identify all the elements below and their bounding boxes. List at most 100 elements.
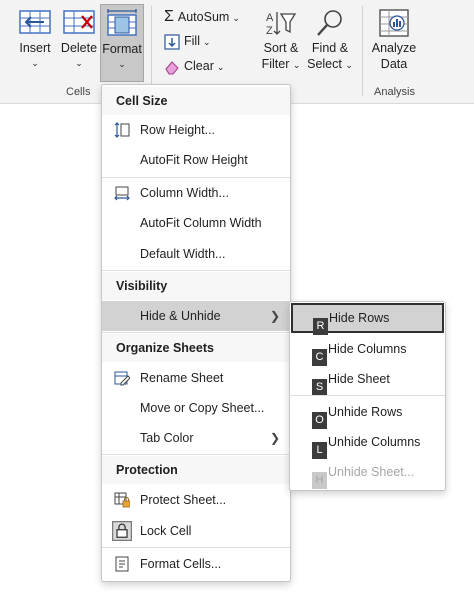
protection-header: Protection <box>102 456 290 484</box>
shortcut-key-badge: S <box>312 379 327 396</box>
hide-columns-label: Hide Columns <box>328 342 407 356</box>
sort-filter-text: Filter <box>261 57 290 71</box>
lock-cell-label: Lock Cell <box>140 524 192 538</box>
fill-label: Fill <box>184 34 200 48</box>
delete-button[interactable]: Delete ⌄ <box>58 6 100 78</box>
autofit-column-width-label: AutoFit Column Width <box>140 216 262 230</box>
autofit-row-height-item[interactable]: AutoFit Row Height <box>102 145 290 175</box>
clear-button[interactable]: Clear ⌄ <box>164 56 224 76</box>
hide-columns-item[interactable]: C Hide Columns <box>290 334 445 366</box>
menu-separator <box>102 270 290 271</box>
unhide-sheet-item: H Unhide Sheet... <box>290 457 445 489</box>
hide-unhide-item[interactable]: Hide & Unhide ❯ <box>102 301 290 331</box>
menu-separator <box>102 547 290 548</box>
column-width-item[interactable]: Column Width... <box>102 178 290 208</box>
group-divider <box>151 6 152 96</box>
hide-rows-item[interactable]: R Hide Rows <box>291 303 444 335</box>
lock-icon <box>112 521 132 541</box>
format-cells-item[interactable]: Format Cells... <box>102 549 290 579</box>
rename-sheet-label: Rename Sheet <box>140 371 224 385</box>
analyze-label-2: Data <box>380 57 408 71</box>
lock-cell-item[interactable]: Lock Cell <box>102 516 290 546</box>
analyze-data-button[interactable]: Analyze Data <box>368 6 420 80</box>
unhide-rows-label: Unhide Rows <box>328 405 403 419</box>
row-height-icon <box>114 122 130 138</box>
autosum-label: AutoSum <box>177 10 230 24</box>
sort-filter-label-1: Sort & <box>263 41 299 55</box>
row-height-label: Row Height... <box>140 123 216 137</box>
clear-label: Clear <box>184 59 214 73</box>
format-dropdown-menu: Cell Size Row Height... AutoFit Row Heig… <box>101 84 291 582</box>
hide-sheet-label: Hide Sheet <box>328 372 390 386</box>
chevron-down-icon: ⌄ <box>202 37 211 47</box>
hide-unhide-submenu: R Hide Rows C Hide Columns S Hide Sheet … <box>289 301 446 491</box>
format-cells-dialog-icon <box>115 556 129 572</box>
row-height-item[interactable]: Row Height... <box>102 115 290 145</box>
tab-color-label: Tab Color <box>140 431 194 445</box>
unhide-rows-item[interactable]: O Unhide Rows <box>290 397 445 429</box>
find-select-label-2: Select ⌄ <box>306 56 354 73</box>
magnifier-icon <box>317 10 342 36</box>
chevron-down-icon: ⌄ <box>31 58 39 68</box>
autofit-column-width-item[interactable]: AutoFit Column Width <box>102 208 290 238</box>
rename-sheet-item[interactable]: Rename Sheet <box>102 363 290 393</box>
autofit-row-height-label: AutoFit Row Height <box>140 153 248 167</box>
analysis-group-label: Analysis <box>374 86 415 98</box>
hide-rows-label: Hide Rows <box>329 311 390 325</box>
find-select-text: Select <box>307 57 342 71</box>
fill-down-icon <box>164 34 180 50</box>
rename-sheet-icon <box>114 371 130 386</box>
format-cells-label: Format Cells... <box>140 557 222 571</box>
find-select-label-1: Find & <box>311 41 349 55</box>
cell-size-header: Cell Size <box>102 87 290 115</box>
menu-separator <box>102 332 290 333</box>
organize-sheets-header: Organize Sheets <box>102 334 290 362</box>
hide-unhide-label: Hide & Unhide <box>140 309 221 323</box>
format-label: Format <box>102 42 142 56</box>
chevron-down-icon: ⌄ <box>75 58 83 68</box>
group-divider <box>362 6 363 96</box>
column-width-icon <box>114 186 130 201</box>
move-copy-sheet-item[interactable]: Move or Copy Sheet... <box>102 393 290 423</box>
default-width-label: Default Width... <box>140 247 226 261</box>
svg-text:Z: Z <box>266 25 273 37</box>
unhide-columns-item[interactable]: L Unhide Columns <box>290 427 445 459</box>
format-button[interactable]: Format ⌄ <box>100 4 144 82</box>
format-cells-icon <box>107 9 137 36</box>
insert-button[interactable]: Insert ⌄ <box>12 6 58 78</box>
protect-sheet-label: Protect Sheet... <box>140 493 227 507</box>
sort-filter-label-2: Filter ⌄ <box>256 56 306 73</box>
shortcut-key-badge: H <box>312 472 327 489</box>
chevron-down-icon: ⌄ <box>216 62 225 72</box>
visibility-header: Visibility <box>102 272 290 300</box>
default-width-item[interactable]: Default Width... <box>102 239 290 269</box>
chevron-down-icon: ⌄ <box>345 60 353 70</box>
hide-sheet-item[interactable]: S Hide Sheet <box>290 364 445 396</box>
protect-sheet-item[interactable]: Protect Sheet... <box>102 485 290 515</box>
protect-sheet-icon <box>114 492 130 508</box>
eraser-icon <box>165 60 179 75</box>
chevron-down-icon: ⌄ <box>118 59 126 69</box>
menu-separator <box>102 454 290 455</box>
fill-button[interactable]: Fill ⌄ <box>164 31 211 51</box>
analyze-data-icon <box>379 9 409 37</box>
chevron-right-icon: ❯ <box>269 431 280 445</box>
chevron-right-icon: ❯ <box>269 309 280 323</box>
delete-cells-icon <box>63 10 95 34</box>
find-select-button[interactable]: Find & Select ⌄ <box>306 6 354 80</box>
move-copy-sheet-label: Move or Copy Sheet... <box>140 401 265 415</box>
chevron-down-icon: ⌄ <box>232 13 240 23</box>
tab-color-item[interactable]: Tab Color ❯ <box>102 423 290 453</box>
sort-filter-button[interactable]: A Z Sort & Filter ⌄ <box>256 6 306 80</box>
cells-group-label: Cells <box>66 86 91 98</box>
analyze-label-1: Analyze <box>371 41 417 55</box>
unhide-sheet-label: Unhide Sheet... <box>328 465 415 479</box>
insert-cells-icon <box>19 10 51 34</box>
sigma-icon: Σ <box>164 8 174 25</box>
shortcut-key-badge: R <box>313 318 328 335</box>
autosum-button[interactable]: Σ AutoSum ⌄ <box>164 7 240 27</box>
chevron-down-icon: ⌄ <box>292 60 301 70</box>
delete-label: Delete <box>60 41 98 55</box>
column-width-label: Column Width... <box>140 186 229 200</box>
sort-filter-icon: A Z <box>266 12 297 37</box>
